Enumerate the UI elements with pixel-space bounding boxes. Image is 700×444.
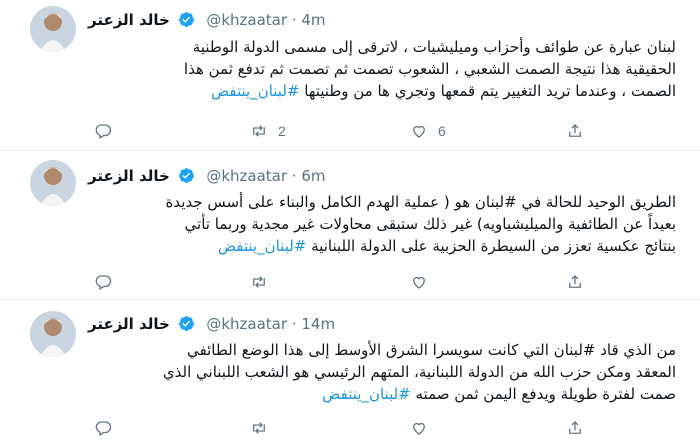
hashtag-link[interactable]: #لبنان_ينتفض bbox=[211, 82, 299, 100]
verified-badge-icon bbox=[178, 168, 194, 183]
retweet-button[interactable] bbox=[250, 271, 278, 293]
author-handle[interactable]: @khzaatar bbox=[206, 167, 287, 185]
author-name[interactable]: خالد الزعتر bbox=[88, 167, 170, 185]
tweet-text-line: الصمت ، وعندما تريد التغيير يتم قمعها وت… bbox=[211, 82, 676, 100]
tweet-text-line: صمت لفترة طويلة ويدفع اليمن ثمن صمته #لب… bbox=[322, 385, 676, 403]
share-icon bbox=[569, 124, 581, 137]
tweet-header: خالد الزعتر @khzaatar · 14m bbox=[88, 315, 335, 337]
like-icon bbox=[413, 276, 425, 289]
tweet-text: من الذي قاد #لبنان التي كانت سويسرا الشر… bbox=[56, 339, 676, 405]
retweet-icon bbox=[253, 276, 265, 288]
tweet-header: خالد الزعتر @khzaatar · 6m bbox=[88, 167, 326, 189]
share-button[interactable] bbox=[566, 271, 584, 293]
separator: · bbox=[291, 315, 297, 333]
like-button[interactable] bbox=[410, 271, 438, 293]
like-button[interactable]: 6 bbox=[410, 120, 446, 142]
tweet-actions: 2 6 bbox=[0, 120, 700, 142]
tweet-time[interactable]: 4m bbox=[301, 11, 325, 29]
reply-button[interactable] bbox=[94, 271, 112, 293]
reply-icon bbox=[95, 421, 112, 436]
tweet-text-line: من الذي قاد #لبنان التي كانت سويسرا الشر… bbox=[186, 341, 676, 359]
tweet-text-line: الحقيقية هذا نتيجة الصمت الشعبي ، الشعوب… bbox=[183, 60, 676, 78]
like-icon bbox=[413, 125, 425, 138]
like-button[interactable] bbox=[410, 417, 438, 439]
tweet-text-line: لبنان عبارة عن طوائف وأحزاب وميليشيات ، … bbox=[192, 38, 676, 56]
tweet-feed: خالد الزعتر @khzaatar · 4m لبنان عبارة ع… bbox=[0, 0, 700, 444]
tweet-time[interactable]: 14m bbox=[301, 315, 335, 333]
reply-icon bbox=[95, 124, 112, 139]
share-icon bbox=[569, 275, 581, 288]
share-button[interactable] bbox=[566, 120, 584, 142]
retweet-icon bbox=[253, 125, 265, 137]
tweet-text-line: الطريق الوحيد للحالة في #لبنان هو ( عملي… bbox=[165, 193, 676, 211]
tweet-text-line: المعقد ومكن حزب الله من الدولة اللبنانية… bbox=[162, 363, 676, 381]
tweet-text-line: بنتائج عكسية تعزز من السيطرة الحزبية على… bbox=[217, 237, 676, 255]
retweet-icon bbox=[253, 422, 265, 434]
retweet-count: 2 bbox=[278, 123, 286, 139]
author-name[interactable]: خالد الزعتر bbox=[88, 11, 170, 29]
reply-button[interactable] bbox=[94, 417, 112, 439]
hashtag-link[interactable]: #لبنان_ينتفض bbox=[322, 385, 410, 403]
author-name[interactable]: خالد الزعتر bbox=[88, 315, 170, 333]
hashtag-link[interactable]: #لبنان_ينتفض bbox=[218, 237, 306, 255]
tweet[interactable]: خالد الزعتر @khzaatar · 14m من الذي قاد … bbox=[0, 300, 700, 444]
retweet-button[interactable] bbox=[250, 417, 278, 439]
tweet-time[interactable]: 6m bbox=[301, 167, 325, 185]
tweet-actions bbox=[0, 417, 700, 439]
share-icon bbox=[569, 421, 581, 434]
separator: · bbox=[291, 11, 297, 29]
reply-button[interactable] bbox=[94, 120, 112, 142]
tweet-actions bbox=[0, 271, 700, 293]
tweet[interactable]: خالد الزعتر @khzaatar · 4m لبنان عبارة ع… bbox=[0, 0, 700, 150]
like-count: 6 bbox=[438, 123, 446, 139]
author-handle[interactable]: @khzaatar bbox=[206, 11, 287, 29]
separator: · bbox=[291, 167, 297, 185]
retweet-button[interactable]: 2 bbox=[250, 120, 286, 142]
tweet[interactable]: خالد الزعتر @khzaatar · 6m الطريق الوحيد… bbox=[0, 151, 700, 299]
tweet-text: الطريق الوحيد للحالة في #لبنان هو ( عملي… bbox=[56, 191, 676, 257]
tweet-header: خالد الزعتر @khzaatar · 4m bbox=[88, 11, 326, 33]
share-button[interactable] bbox=[566, 417, 584, 439]
reply-icon bbox=[95, 275, 112, 290]
like-icon bbox=[413, 422, 425, 435]
author-handle[interactable]: @khzaatar bbox=[206, 315, 287, 333]
tweet-text-line: بعيداً عن الطائفية والميليشياويه) غير ذل… bbox=[184, 215, 676, 233]
verified-badge-icon bbox=[178, 12, 194, 27]
verified-badge-icon bbox=[178, 316, 194, 331]
tweet-text: لبنان عبارة عن طوائف وأحزاب وميليشيات ، … bbox=[56, 36, 676, 102]
